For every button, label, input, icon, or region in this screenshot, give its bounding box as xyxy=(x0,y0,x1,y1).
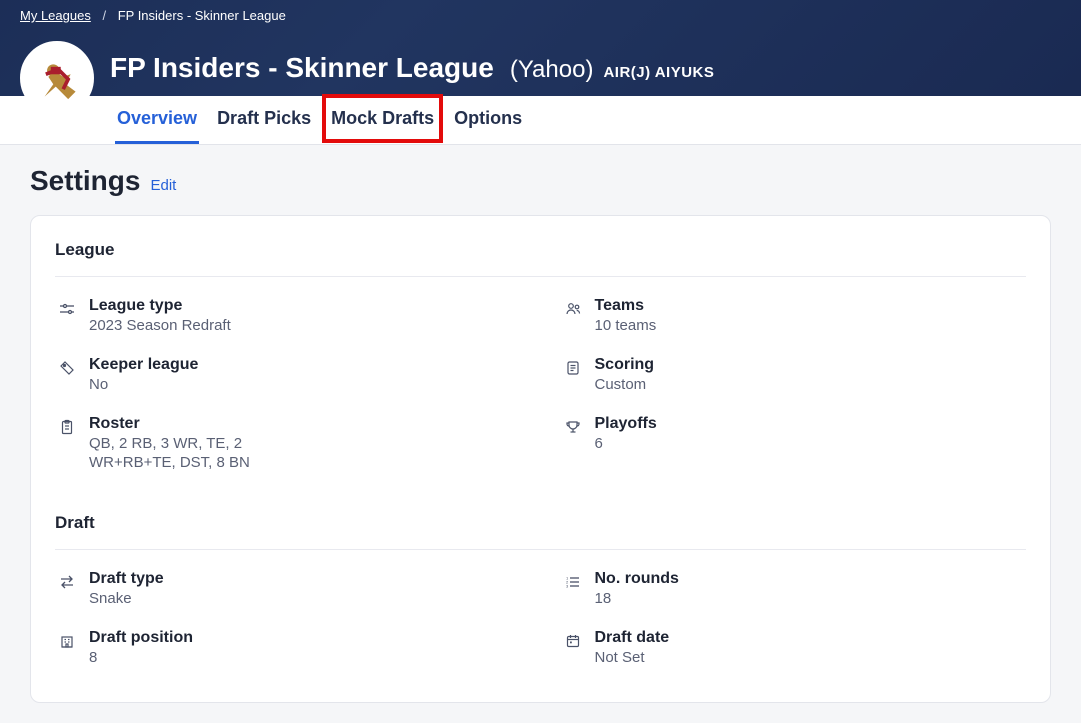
field-draft-date: Draft date Not Set xyxy=(561,619,1027,678)
field-playoffs: Playoffs 6 xyxy=(561,405,1027,483)
svg-text:3: 3 xyxy=(566,584,569,589)
field-value: Not Set xyxy=(595,649,670,666)
field-label: Playoffs xyxy=(595,415,657,433)
sliders-icon xyxy=(59,301,75,317)
field-label: Draft date xyxy=(595,629,670,647)
breadcrumb-separator: / xyxy=(102,8,106,23)
field-label: No. rounds xyxy=(595,570,679,588)
field-label: Teams xyxy=(595,297,657,315)
avatar-player-icon xyxy=(26,47,88,109)
league-name-title: FP Insiders - Skinner League xyxy=(110,52,494,84)
calendar-icon xyxy=(565,633,581,649)
field-keeper: Keeper league No xyxy=(55,346,521,405)
field-value: 18 xyxy=(595,590,679,607)
settings-card: League League type 2023 Season Redraft T… xyxy=(30,215,1051,703)
field-label: Keeper league xyxy=(89,356,198,374)
field-value: 6 xyxy=(595,435,657,452)
field-teams: Teams 10 teams xyxy=(561,287,1027,346)
field-value: QB, 2 RB, 3 WR, TE, 2 xyxy=(89,435,250,452)
page-content: Settings Edit League League type 2023 Se… xyxy=(0,145,1081,723)
edit-link[interactable]: Edit xyxy=(150,177,176,194)
team-name: AIR(J) AIYUKS xyxy=(603,64,714,81)
field-draft-type: Draft type Snake xyxy=(55,560,521,619)
breadcrumb-root-link[interactable]: My Leagues xyxy=(20,8,91,23)
section-league-title: League xyxy=(55,240,1026,277)
field-roster: Roster QB, 2 RB, 3 WR, TE, 2 WR+RB+TE, D… xyxy=(55,405,521,483)
breadcrumb: My Leagues / FP Insiders - Skinner Leagu… xyxy=(20,5,1061,23)
field-value: 10 teams xyxy=(595,317,657,334)
field-label: League type xyxy=(89,297,231,315)
building-icon xyxy=(59,633,75,649)
field-value: No xyxy=(89,376,198,393)
clipboard-icon xyxy=(59,419,75,435)
league-provider: (Yahoo) xyxy=(510,56,594,84)
field-league-type: League type 2023 Season Redraft xyxy=(55,287,521,346)
breadcrumb-current: FP Insiders - Skinner League xyxy=(118,8,286,23)
list-numbered-icon: 123 xyxy=(565,574,581,590)
field-label: Roster xyxy=(89,415,250,433)
field-draft-position: Draft position 8 xyxy=(55,619,521,678)
field-label: Scoring xyxy=(595,356,655,374)
field-value-line2: WR+RB+TE, DST, 8 BN xyxy=(89,454,250,471)
users-icon xyxy=(565,301,581,317)
file-icon xyxy=(565,360,581,376)
tag-icon xyxy=(59,360,75,376)
hero-header: My Leagues / FP Insiders - Skinner Leagu… xyxy=(0,0,1081,96)
field-value: 2023 Season Redraft xyxy=(89,317,231,334)
settings-title: Settings xyxy=(30,165,140,197)
field-scoring: Scoring Custom xyxy=(561,346,1027,405)
field-value: Snake xyxy=(89,590,164,607)
field-rounds: 123 No. rounds 18 xyxy=(561,560,1027,619)
section-draft-title: Draft xyxy=(55,513,1026,550)
field-value: Custom xyxy=(595,376,655,393)
tab-mock-drafts[interactable]: Mock Drafts xyxy=(329,96,436,144)
trophy-icon xyxy=(565,419,581,435)
field-value: 8 xyxy=(89,649,193,666)
arrows-icon xyxy=(59,574,75,590)
settings-heading-row: Settings Edit xyxy=(30,165,1051,197)
field-label: Draft position xyxy=(89,629,193,647)
field-label: Draft type xyxy=(89,570,164,588)
league-avatar xyxy=(20,41,94,115)
